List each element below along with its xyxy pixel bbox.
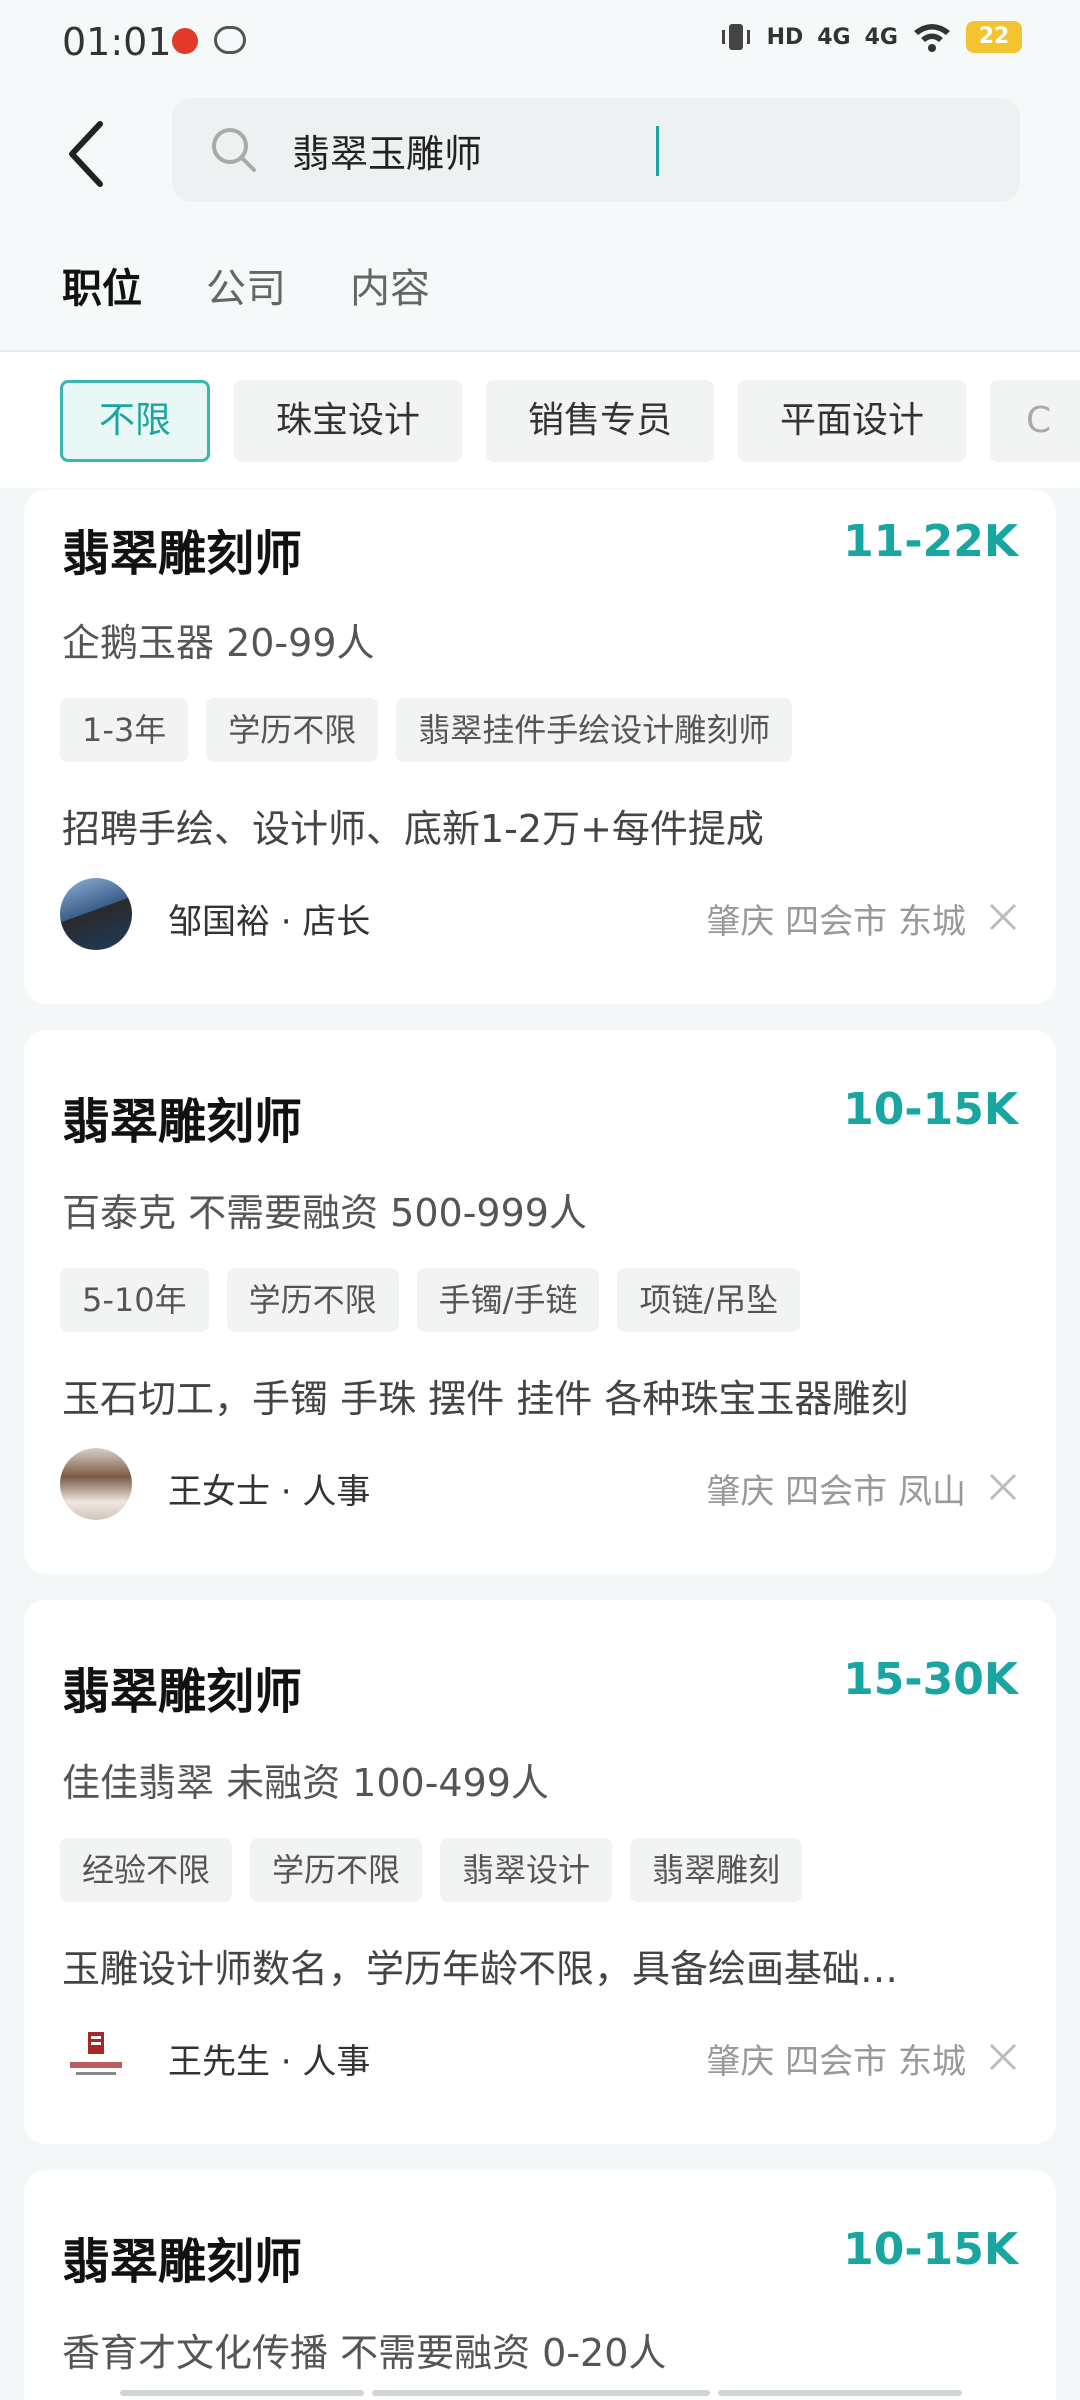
- filter-chip-graphic-design[interactable]: 平面设计: [738, 380, 966, 462]
- job-tags: 5-10年 学历不限 手镯/手链 项链/吊坠: [60, 1268, 801, 1332]
- search-icon: [212, 128, 256, 172]
- chat-notification-icon: [214, 26, 246, 54]
- job-tags: 经验不限 学历不限 翡翠设计 翡翠雕刻: [60, 1838, 803, 1902]
- recruiter-name: 邹国裕 · 店长: [168, 902, 371, 942]
- job-title: 翡翠雕刻师: [62, 2234, 303, 2290]
- search-bar[interactable]: [172, 98, 1020, 202]
- job-location: 肇庆 四会市 东城: [706, 2042, 966, 2082]
- status-bar: 01:01 HD 4G 4G 22: [0, 0, 1080, 80]
- dismiss-icon[interactable]: [986, 2040, 1020, 2074]
- filter-chip-more[interactable]: C: [990, 380, 1080, 462]
- job-tag: 翡翠雕刻: [630, 1838, 803, 1902]
- filter-chips: 不限 珠宝设计 销售专员 平面设计 C: [0, 352, 1080, 488]
- search-input[interactable]: [292, 118, 972, 182]
- company-info: 百泰克 不需要融资 500-999人: [62, 1191, 587, 1235]
- job-description: 玉雕设计师数名，学历年龄不限，具备绘画基础…: [62, 1947, 899, 1991]
- scroll-indicator: [120, 2390, 364, 2396]
- job-tag: 学历不限: [226, 1268, 399, 1332]
- company-info: 香育才文化传播 不需要融资 0-20人: [62, 2331, 667, 2375]
- job-salary: 10-15K: [843, 2224, 1018, 2275]
- filter-chip-jewelry-design[interactable]: 珠宝设计: [234, 380, 462, 462]
- tab-positions[interactable]: 职位: [62, 256, 142, 314]
- job-tags: 1-3年 学历不限 翡翠挂件手绘设计雕刻师: [60, 698, 793, 762]
- job-tag: 手镯/手链: [416, 1268, 600, 1332]
- dismiss-icon[interactable]: [986, 900, 1020, 934]
- text-cursor: [656, 126, 659, 176]
- job-description: 招聘手绘、设计师、底新1-2万+每件提成: [62, 807, 764, 851]
- app-notification-icon: [172, 28, 198, 54]
- gesture-bar: [0, 2384, 1080, 2400]
- back-arrow-icon[interactable]: [62, 118, 112, 190]
- job-card[interactable]: 翡翠雕刻师 10-15K 香育才文化传播 不需要融资 0-20人: [24, 2170, 1056, 2400]
- job-location: 肇庆 四会市 东城: [706, 902, 966, 942]
- job-tag: 学历不限: [206, 698, 379, 762]
- search-header: [0, 80, 1080, 228]
- avatar: [60, 1448, 132, 1520]
- job-card[interactable]: 翡翠雕刻师 11-22K 企鹅玉器 20-99人 1-3年 学历不限 翡翠挂件手…: [24, 490, 1056, 1004]
- job-tag: 学历不限: [250, 1838, 423, 1902]
- avatar: [60, 878, 132, 950]
- vibrate-icon: [721, 24, 750, 50]
- tab-companies[interactable]: 公司: [206, 256, 286, 314]
- recruiter-name: 王先生 · 人事: [168, 2042, 371, 2082]
- job-salary: 15-30K: [843, 1654, 1018, 1705]
- job-card[interactable]: 翡翠雕刻师 10-15K 百泰克 不需要融资 500-999人 5-10年 学历…: [24, 1030, 1056, 1574]
- signal-4g-icon: 4G: [817, 24, 851, 50]
- company-logo: [60, 2018, 132, 2090]
- job-salary: 10-15K: [843, 1084, 1018, 1135]
- notification-icons: [172, 24, 246, 54]
- system-indicators: HD 4G 4G 22: [719, 20, 1022, 54]
- scroll-indicator: [372, 2390, 710, 2396]
- job-description: 玉石切工，手镯 手珠 摆件 挂件 各种珠宝玉器雕刻: [62, 1377, 909, 1421]
- job-tag: 项链/吊坠: [617, 1268, 801, 1332]
- job-tag: 翡翠挂件手绘设计雕刻师: [396, 698, 793, 762]
- job-tag: 5-10年: [60, 1268, 209, 1332]
- job-card[interactable]: 翡翠雕刻师 15-30K 佳佳翡翠 未融资 100-499人 经验不限 学历不限…: [24, 1600, 1056, 2144]
- category-tabs: 职位 公司 内容: [0, 228, 1080, 352]
- filter-chip-unlimited[interactable]: 不限: [60, 380, 210, 462]
- battery-icon: 22: [966, 21, 1022, 53]
- recruiter-name: 王女士 · 人事: [168, 1472, 371, 1512]
- hd-indicator: HD: [766, 24, 804, 50]
- signal-4g-icon-2: 4G: [864, 24, 898, 50]
- job-location: 肇庆 四会市 凤山: [706, 1472, 966, 1512]
- job-tag: 翡翠设计: [440, 1838, 613, 1902]
- wifi-icon: [914, 24, 950, 52]
- company-info: 佳佳翡翠 未融资 100-499人: [62, 1761, 549, 1805]
- dismiss-icon[interactable]: [986, 1470, 1020, 1504]
- status-time: 01:01: [62, 20, 172, 64]
- scroll-indicator: [718, 2390, 962, 2396]
- tab-content[interactable]: 内容: [350, 256, 430, 314]
- job-title: 翡翠雕刻师: [62, 526, 303, 582]
- filter-chip-sales[interactable]: 销售专员: [486, 380, 714, 462]
- job-salary: 11-22K: [843, 516, 1018, 567]
- job-tag: 1-3年: [60, 698, 189, 762]
- job-title: 翡翠雕刻师: [62, 1664, 303, 1720]
- job-tag: 经验不限: [60, 1838, 233, 1902]
- company-info: 企鹅玉器 20-99人: [62, 621, 375, 665]
- job-title: 翡翠雕刻师: [62, 1094, 303, 1150]
